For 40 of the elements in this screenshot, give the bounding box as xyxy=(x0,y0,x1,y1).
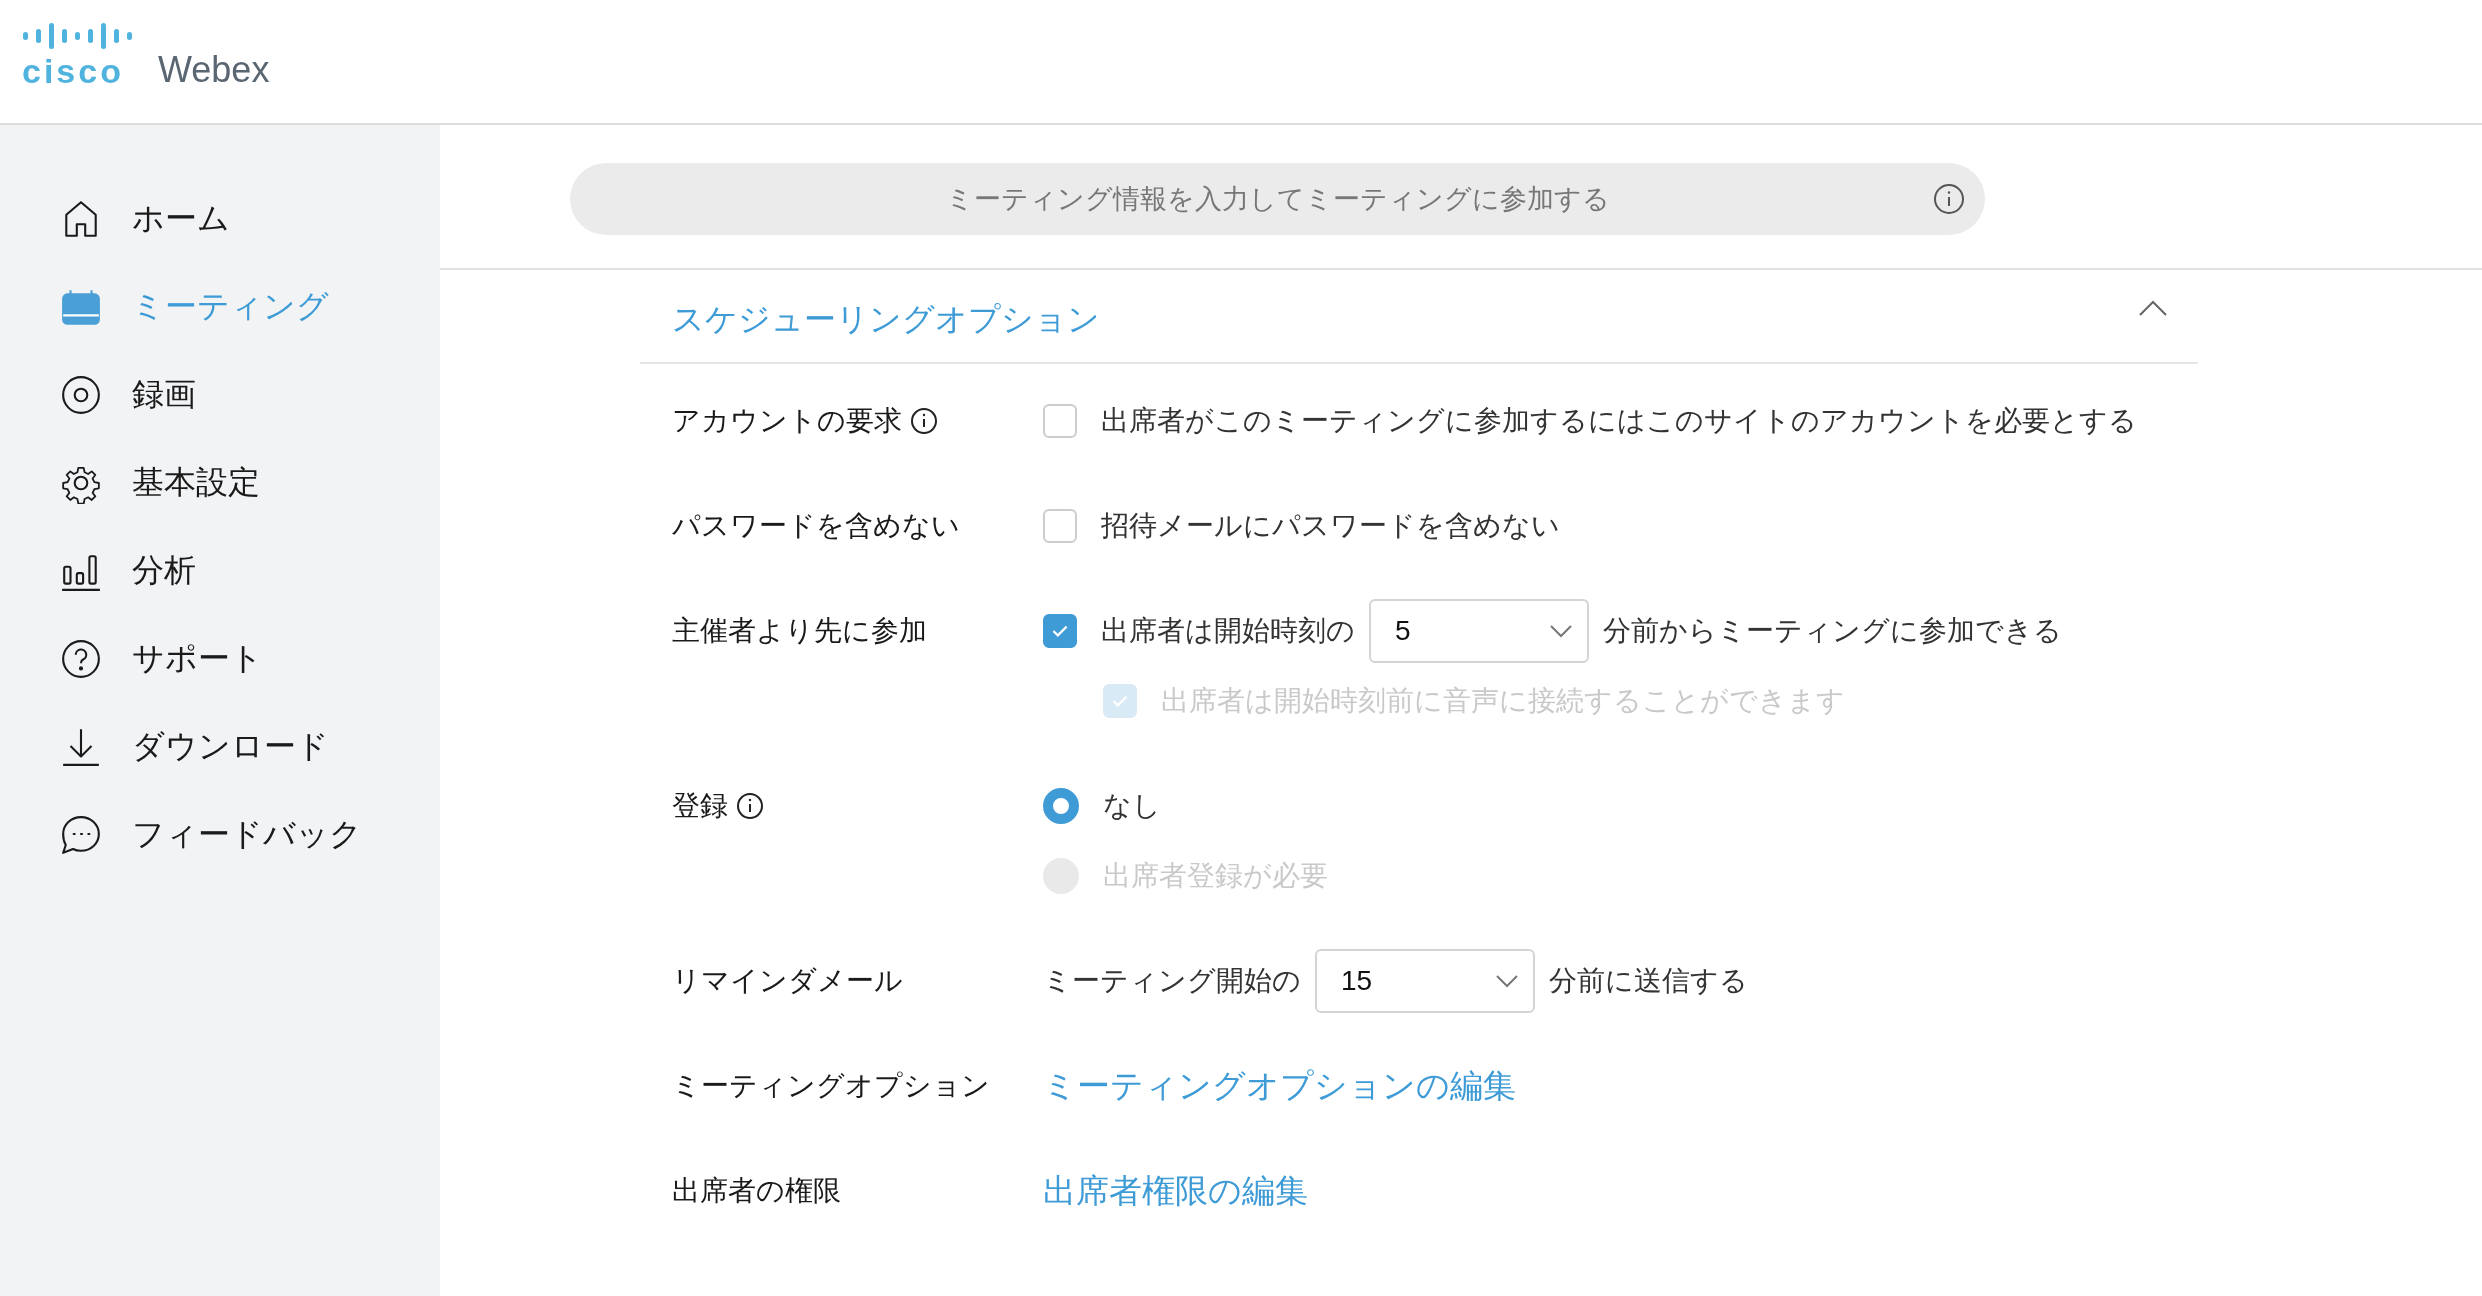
sidebar-item[interactable]: サポート xyxy=(0,615,440,703)
option-label: 登録 xyxy=(672,789,728,823)
caret-icon xyxy=(1495,974,1519,988)
option-text: 分前からミーティングに参加できる xyxy=(1603,614,2062,648)
option-text: なし xyxy=(1103,789,1161,823)
sidebar-item[interactable]: 基本設定 xyxy=(0,439,440,527)
option-text: 分前に送信する xyxy=(1549,964,1748,998)
minutes-dropdown[interactable]: 15 xyxy=(1315,949,1535,1013)
option-text: 出席者は開始時刻の xyxy=(1101,614,1355,648)
join-meeting-field[interactable]: ミーティング情報を入力してミーティングに参加する xyxy=(570,163,1985,235)
section-title: スケジューリングオプション xyxy=(672,300,1100,339)
info-icon[interactable] xyxy=(1933,183,1965,215)
radio-button[interactable] xyxy=(1043,788,1079,824)
webex-logo: cisco Webex xyxy=(22,20,270,88)
record-icon xyxy=(60,374,102,416)
sidebar-item[interactable]: 分析 xyxy=(0,527,440,615)
info-icon[interactable] xyxy=(736,792,764,820)
option-label: リマインダメール xyxy=(672,964,903,998)
caret-icon xyxy=(1549,624,1573,638)
option-label: パスワードを含めない xyxy=(672,509,960,543)
option-label: アカウントの要求 xyxy=(672,404,902,438)
option-label: 主催者より先に参加 xyxy=(672,614,927,648)
checkbox[interactable] xyxy=(1043,614,1077,648)
info-icon[interactable] xyxy=(910,407,938,435)
download-icon xyxy=(60,726,102,768)
sidebar-item[interactable]: ホーム xyxy=(0,175,440,263)
option-text: ミーティング開始の xyxy=(1043,964,1301,998)
checkbox[interactable] xyxy=(1043,509,1077,543)
help-icon xyxy=(60,638,102,680)
option-text: 出席者がこのミーティングに参加するにはこのサイトのアカウントを必要とする xyxy=(1101,404,2137,438)
option-label: ミーティングオプション xyxy=(672,1069,990,1103)
sidebar-item[interactable]: 録画 xyxy=(0,351,440,439)
collapse-chevron-icon[interactable] xyxy=(2138,299,2168,317)
sidebar-item[interactable]: ダウンロード xyxy=(0,703,440,791)
checkbox[interactable] xyxy=(1043,404,1077,438)
minutes-dropdown[interactable]: 5 xyxy=(1369,599,1589,663)
sidebar-item[interactable]: フィードバック xyxy=(0,791,440,879)
option-label: 出席者の権限 xyxy=(672,1174,841,1208)
option-text: 招待メールにパスワードを含めない xyxy=(1101,509,1560,543)
chat-bubble-icon xyxy=(60,814,102,856)
